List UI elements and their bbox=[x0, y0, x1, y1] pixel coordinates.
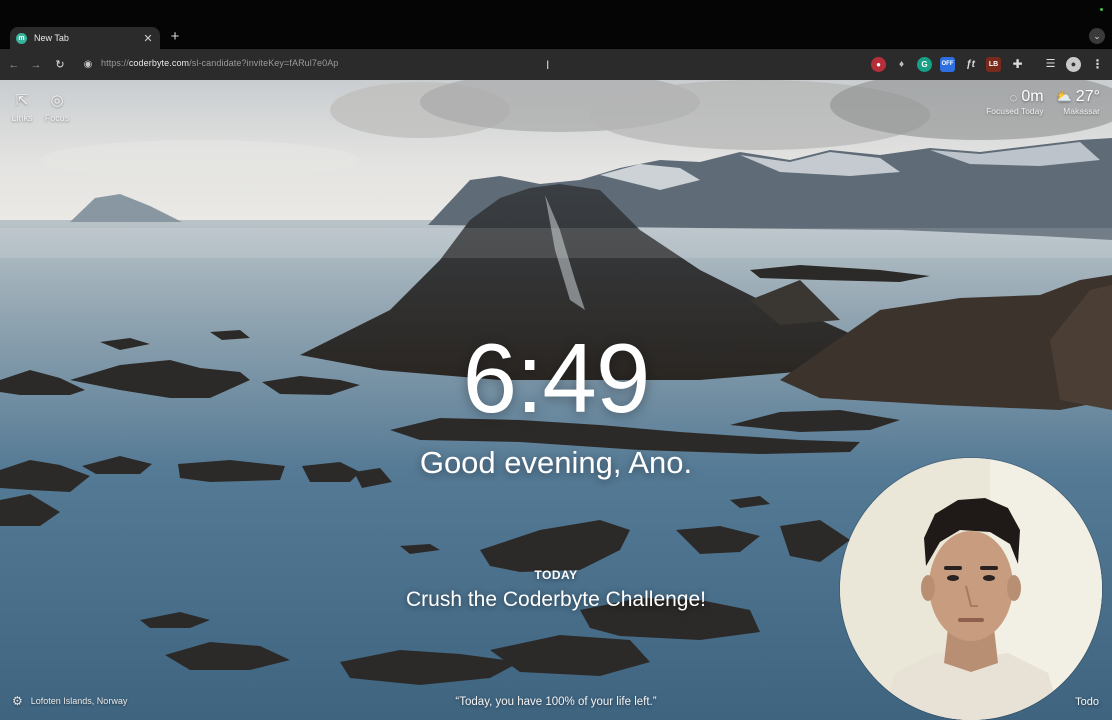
tab-strip: m New Tab ✕ + ⌄ bbox=[0, 0, 1112, 49]
weather-temperature: 27° bbox=[1075, 88, 1100, 105]
url-scheme: https:// bbox=[101, 58, 129, 68]
extension-lb-icon[interactable]: LB bbox=[986, 57, 1001, 72]
text-cursor-icon: I bbox=[546, 58, 550, 72]
webcam-person-image bbox=[840, 458, 1102, 720]
weather-widget[interactable]: ⛅ 27° Makassar bbox=[1056, 88, 1100, 116]
reload-button[interactable]: ↻ bbox=[52, 57, 68, 73]
site-info-icon[interactable]: ◉ bbox=[80, 57, 96, 73]
clock: 6:49 bbox=[462, 323, 651, 433]
focus-icon: ◎ bbox=[50, 92, 64, 109]
focus-metric-value: 0m bbox=[1021, 88, 1044, 105]
extension-red-icon[interactable]: ● bbox=[871, 57, 886, 72]
webcam-overlay bbox=[840, 458, 1102, 720]
forward-button[interactable]: → bbox=[28, 57, 44, 73]
extension-pin-icon[interactable]: ♦ bbox=[894, 57, 909, 72]
tab-search-button[interactable]: ⌄ bbox=[1089, 28, 1105, 44]
todo-button[interactable]: Todo bbox=[1075, 696, 1099, 708]
extension-toggle-icon[interactable]: OFF bbox=[940, 57, 955, 72]
weather-location: Makassar bbox=[1063, 106, 1100, 116]
focus-label: Focus bbox=[44, 113, 70, 123]
back-button[interactable]: ← bbox=[6, 57, 22, 73]
new-tab-button[interactable]: + bbox=[168, 28, 182, 46]
external-link-icon: ⇱ bbox=[15, 92, 29, 109]
new-tab-page: ⇱ Links ◎ Focus ◌ 0m Focused Today ⛅ 27° M… bbox=[0, 80, 1112, 720]
url-host: coderbyte.com bbox=[128, 58, 190, 68]
extension-function-icon[interactable]: ƒt bbox=[963, 57, 978, 72]
top-right-widgets: ◌ 0m Focused Today ⛅ 27° Makassar bbox=[986, 88, 1100, 116]
address-bar[interactable]: https://coderbyte.com/sl-candidate?invit… bbox=[101, 58, 338, 68]
momentum-icon: m bbox=[16, 32, 27, 44]
timer-icon: ◌ bbox=[1009, 89, 1018, 105]
tab-new-tab[interactable]: m New Tab ✕ bbox=[10, 27, 160, 49]
profile-avatar[interactable]: ● bbox=[1066, 57, 1081, 72]
reading-list-icon[interactable]: ☰ bbox=[1043, 57, 1058, 72]
close-icon[interactable]: ✕ bbox=[142, 32, 154, 45]
links-button[interactable]: ⇱ Links bbox=[5, 92, 39, 123]
status-dot-icon bbox=[1100, 8, 1103, 11]
browser-toolbar: ← → ↻ ◉ https://coderbyte.com/sl-candida… bbox=[0, 49, 1112, 80]
extension-grammar-icon[interactable]: G bbox=[917, 57, 932, 72]
focus-metric-label: Focused Today bbox=[986, 106, 1044, 116]
browser-menu-icon[interactable]: ⋮ bbox=[1090, 57, 1105, 72]
partly-cloudy-icon: ⛅ bbox=[1055, 89, 1072, 104]
focus-metric[interactable]: ◌ 0m Focused Today bbox=[986, 88, 1044, 116]
extensions-puzzle-icon[interactable]: ✚ bbox=[1010, 57, 1025, 72]
links-label: Links bbox=[11, 113, 33, 123]
focus-button[interactable]: ◎ Focus bbox=[40, 92, 74, 123]
tab-title: New Tab bbox=[34, 33, 69, 43]
url-path: /sl-candidate?inviteKey=fARul7e0Ap bbox=[189, 58, 339, 68]
